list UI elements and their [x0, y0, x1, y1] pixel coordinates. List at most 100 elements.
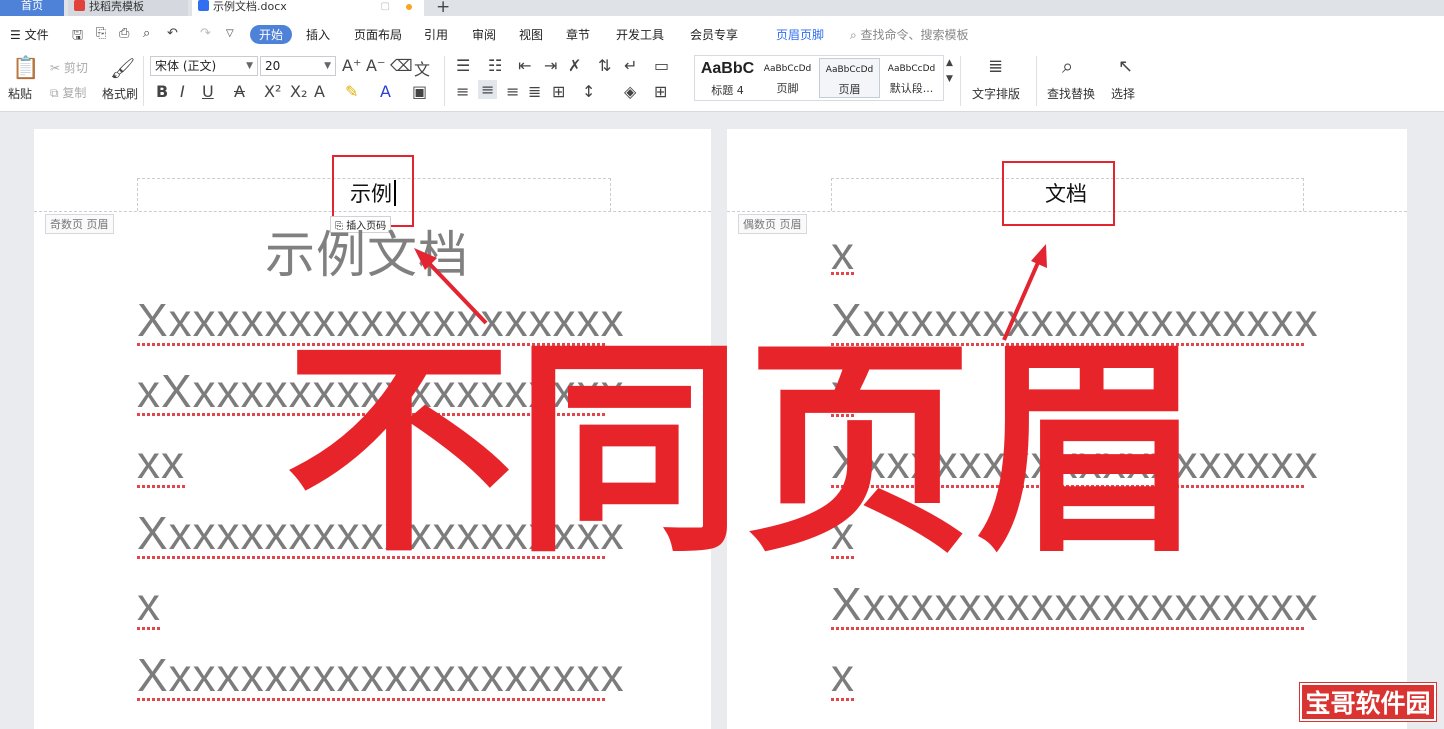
copy-button[interactable]: ⧉ 复制 [50, 84, 86, 101]
scissors-icon: ✂ [50, 61, 64, 75]
copy-label: 复制 [62, 86, 87, 100]
styles-scroll-down-icon[interactable]: ▼ [946, 74, 953, 84]
spellcheck-underline [831, 272, 855, 275]
cut-button[interactable]: ✂ 剪切 [50, 59, 88, 76]
align-right-icon[interactable]: ≡ [506, 82, 519, 101]
site-watermark: 宝哥软件园 [1299, 682, 1437, 722]
bullet-list-icon[interactable]: ☰ [456, 56, 470, 75]
select-button[interactable]: 选择 [1111, 85, 1135, 102]
style-preview: AaBbCcDd [887, 64, 936, 74]
align-center-icon[interactable]: ≡ [478, 80, 498, 99]
style-name: 标题 4 [711, 84, 744, 97]
tab-template[interactable]: 找稻壳模板 [68, 0, 188, 16]
export-icon[interactable]: ⎘ [96, 26, 106, 41]
find-replace-button[interactable]: 查找替换 [1047, 85, 1095, 102]
body-line: x [831, 649, 855, 701]
pin-icon[interactable]: ▢ [381, 1, 390, 13]
numbered-list-icon[interactable]: ☷ [488, 56, 502, 75]
line-spacing-icon[interactable]: ↕ [582, 82, 595, 101]
chinese-layout-icon[interactable]: ✗ [568, 56, 581, 75]
style-preview: AaBbCcDd [825, 65, 874, 75]
bold-icon[interactable]: B [156, 82, 168, 101]
wps-writer-icon [198, 0, 209, 11]
redo-icon[interactable]: ↷ [200, 26, 211, 41]
select-cursor-icon[interactable]: ↖ [1118, 56, 1133, 77]
increase-indent-icon[interactable]: ⇥ [544, 56, 557, 75]
grow-font-icon[interactable]: A⁺ [342, 56, 361, 75]
file-menu-label: 文件 [24, 28, 49, 42]
menu-home[interactable]: 开始 [250, 25, 293, 44]
tab-document[interactable]: 示例文档.docx ▢ [192, 0, 424, 16]
menu-view[interactable]: 视图 [519, 26, 543, 43]
text-direction-icon[interactable]: ⇅ [598, 56, 611, 75]
find-replace-icon[interactable]: ⌕ [1062, 54, 1073, 78]
italic-icon[interactable]: I [180, 82, 185, 101]
paste-icon[interactable]: 📋 [12, 56, 39, 81]
superscript-icon[interactable]: X² [264, 82, 281, 101]
styles-scroll-up-icon[interactable]: ▲ [946, 58, 953, 68]
style-name: 默认段... [889, 82, 934, 95]
style-default[interactable]: AaBbCcDd 默认段... [881, 58, 942, 98]
menu-member[interactable]: 会员专享 [690, 26, 738, 43]
body-line: x [137, 578, 161, 630]
print-icon[interactable]: ⎙ [119, 26, 129, 41]
style-preview: AaBbC [700, 60, 755, 77]
tab-home[interactable]: 首页 [0, 0, 64, 16]
menu-insert[interactable]: 插入 [306, 26, 330, 43]
menu-references[interactable]: 引用 [424, 26, 448, 43]
text-layout-button[interactable]: 文字排版 [972, 85, 1020, 102]
tab-stops-icon[interactable]: ▭ [654, 56, 669, 75]
ribbon: 📋 粘贴 ✂ 剪切 ⧉ 复制 🖌 格式刷 宋体 (正文) ▼ 20 ▼ A⁺ A⁻ … [0, 50, 1444, 112]
divider [1036, 56, 1037, 106]
command-search[interactable]: ⌕ 查找命令、搜索模板 [850, 26, 969, 43]
underline-icon[interactable]: U [202, 82, 214, 101]
tab-bar: 首页 找稻壳模板 示例文档.docx ▢ + [0, 0, 1444, 17]
menu-chapter[interactable]: 章节 [566, 26, 590, 43]
menu-page-layout[interactable]: 页面布局 [354, 26, 402, 43]
justify-icon[interactable]: ≣ [528, 82, 541, 101]
style-heading4[interactable]: AaBbC 标题 4 [697, 58, 758, 98]
command-search-label: 查找命令、搜索模板 [860, 28, 969, 42]
subscript-icon[interactable]: X₂ [290, 82, 307, 101]
strikethrough-icon[interactable]: A [234, 82, 245, 101]
qat-more-icon[interactable]: ▽ [226, 28, 234, 39]
new-tab-button[interactable]: + [436, 0, 450, 17]
paste-button[interactable]: 粘贴 [8, 85, 32, 102]
undo-icon[interactable]: ↶ [167, 26, 178, 41]
align-left-icon[interactable]: ≡ [456, 82, 469, 101]
styles-gallery: AaBbC 标题 4 AaBbCcDd 页脚 AaBbCcDd 页眉 AaBbCcDd… [694, 55, 944, 101]
format-painter-button[interactable]: 格式刷 [102, 85, 138, 102]
body-line: Xxxxxxxxxxxxxxxxxxxx [137, 649, 625, 701]
phonetic-icon[interactable]: 文 [414, 56, 430, 80]
text-effect-icon[interactable]: A [314, 82, 325, 101]
tab-template-label: 找稻壳模板 [89, 0, 144, 13]
style-name: 页脚 [776, 82, 799, 95]
divider [143, 56, 144, 106]
spellcheck-underline [137, 698, 607, 701]
highlight-icon[interactable]: ✎ [345, 82, 358, 101]
save-icon[interactable]: 🖫 [72, 26, 83, 48]
distribute-icon[interactable]: ⊞ [552, 82, 565, 101]
show-marks-icon[interactable]: ↵ [624, 56, 637, 75]
font-size-select[interactable]: 20 ▼ [260, 56, 336, 76]
highlight-box [1002, 161, 1115, 226]
body-line: Xxxxxxxxxxxxxxxxxxxx [831, 578, 1319, 630]
font-name-select[interactable]: 宋体 (正文) ▼ [150, 56, 258, 76]
style-header[interactable]: AaBbCcDd 页眉 [819, 58, 880, 98]
format-painter-icon[interactable]: 🖌 [110, 56, 135, 80]
shrink-font-icon[interactable]: A⁻ [366, 56, 385, 75]
char-border-icon[interactable]: ▣ [412, 82, 427, 101]
shading-icon[interactable]: ◈ [624, 82, 636, 101]
borders-icon[interactable]: ⊞ [654, 82, 667, 101]
text-layout-icon[interactable]: ≣ [988, 56, 1003, 77]
font-color-icon[interactable]: A [380, 82, 391, 101]
file-menu[interactable]: ☰ 文件 [10, 26, 49, 43]
menu-developer[interactable]: 开发工具 [616, 26, 664, 43]
decrease-indent-icon[interactable]: ⇤ [518, 56, 531, 75]
clear-format-icon[interactable]: ⌫ [390, 56, 413, 75]
menu-header-footer[interactable]: 页眉页脚 [776, 26, 824, 43]
style-footer[interactable]: AaBbCcDd 页脚 [757, 58, 818, 98]
print-preview-icon[interactable]: ⌕ [143, 26, 150, 41]
menu-review[interactable]: 审阅 [472, 26, 496, 43]
font-size-value: 20 [265, 59, 281, 73]
